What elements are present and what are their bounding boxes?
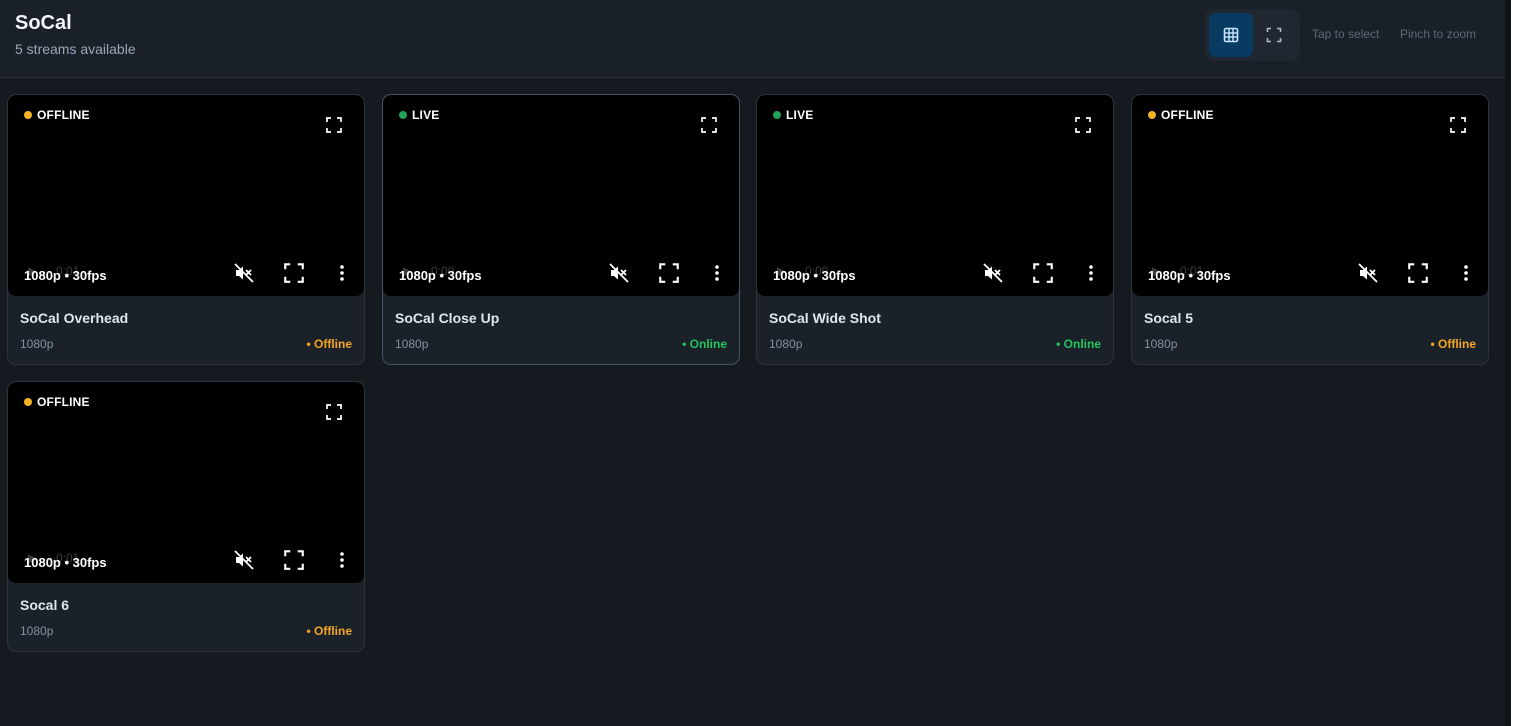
more-vertical-icon[interactable] <box>707 263 727 283</box>
fullscreen-icon[interactable] <box>1075 117 1091 133</box>
status-dot <box>24 398 32 406</box>
status-chip: OFFLINE <box>1148 108 1214 122</box>
status-chip: LIVE <box>399 108 439 122</box>
status-chip-label: LIVE <box>412 108 440 122</box>
resolution-overlay: 1080p • 30fps <box>1148 268 1231 283</box>
status-chip-label: OFFLINE <box>37 395 90 409</box>
fullscreen-icon[interactable] <box>659 263 679 283</box>
stream-card[interactable]: OFFLINE ▶ 0:01 1080p • 30fps Socal 5 108… <box>1131 94 1489 365</box>
stream-status: • Offline <box>306 337 352 351</box>
stream-quality: 1080p <box>20 624 54 638</box>
status-dot <box>1148 111 1156 119</box>
video-player[interactable]: LIVE ▶ 0:00 1080p • 30fps <box>757 95 1113 296</box>
muted-speaker-icon[interactable] <box>234 263 254 283</box>
status-chip: OFFLINE <box>24 108 90 122</box>
stream-name: Socal 6 <box>20 597 70 613</box>
resolution-overlay: 1080p • 30fps <box>399 268 482 283</box>
muted-speaker-icon[interactable] <box>1358 263 1378 283</box>
stream-quality: 1080p <box>769 337 803 351</box>
stream-card[interactable]: OFFLINE ▶ 0:01 1080p • 30fps SoCal Overh… <box>7 94 365 365</box>
fullscreen-icon[interactable] <box>1408 263 1428 283</box>
stream-status: • Offline <box>306 624 352 638</box>
status-chip: LIVE <box>773 108 813 122</box>
stream-name: Socal 5 <box>1144 310 1194 326</box>
status-chip-label: OFFLINE <box>1161 108 1214 122</box>
stream-quality: 1080p <box>395 337 429 351</box>
resolution-overlay: 1080p • 30fps <box>773 268 856 283</box>
status-chip-label: OFFLINE <box>37 108 90 122</box>
stream-status: • Offline <box>1430 337 1476 351</box>
more-vertical-icon[interactable] <box>332 263 352 283</box>
pinch-hint: Pinch to zoom <box>1400 27 1477 41</box>
status-dot <box>24 111 32 119</box>
stream-status: • Online <box>682 337 727 351</box>
video-player[interactable]: OFFLINE ▶ 0:01 1080p • 30fps <box>1132 95 1488 296</box>
view-toggle <box>1205 9 1300 61</box>
tap-hint: Tap to select <box>1312 27 1380 41</box>
stream-count: 5 streams available <box>15 41 136 57</box>
app-root: SoCal 5 streams available Tap to select … <box>0 0 1505 726</box>
resolution-overlay: 1080p • 30fps <box>24 555 107 570</box>
status-chip: OFFLINE <box>24 395 90 409</box>
status-dot <box>773 111 781 119</box>
stream-quality: 1080p <box>20 337 54 351</box>
fullscreen-icon[interactable] <box>326 404 342 420</box>
stream-card[interactable]: LIVE ▶ 0:00 1080p • 30fps SoCal Wide Sho… <box>756 94 1114 365</box>
muted-speaker-icon[interactable] <box>609 263 629 283</box>
fullscreen-icon[interactable] <box>701 117 717 133</box>
stream-name: SoCal Close Up <box>395 310 500 326</box>
resolution-overlay: 1080p • 30fps <box>24 268 107 283</box>
fullscreen-icon[interactable] <box>1033 263 1053 283</box>
video-player[interactable]: OFFLINE ▶ 0:01 1080p • 30fps <box>8 95 364 296</box>
status-chip-label: LIVE <box>786 108 814 122</box>
video-player[interactable]: OFFLINE ▶ 0:01 1080p • 30fps <box>8 382 364 583</box>
stream-card[interactable]: LIVE ▶ 0:00 1080p • 30fps SoCal Close Up… <box>382 94 740 365</box>
muted-speaker-icon[interactable] <box>983 263 1003 283</box>
fullscreen-icon[interactable] <box>284 263 304 283</box>
more-vertical-icon[interactable] <box>1081 263 1101 283</box>
muted-speaker-icon[interactable] <box>234 550 254 570</box>
page-header: SoCal 5 streams available Tap to select … <box>0 0 1505 78</box>
single-view-button[interactable] <box>1252 13 1296 57</box>
stream-card[interactable]: OFFLINE ▶ 0:01 1080p • 30fps Socal 6 108… <box>7 381 365 652</box>
more-vertical-icon[interactable] <box>1456 263 1476 283</box>
expand-icon <box>1266 27 1282 43</box>
fullscreen-icon[interactable] <box>284 550 304 570</box>
fullscreen-icon[interactable] <box>326 117 342 133</box>
stream-status: • Online <box>1056 337 1101 351</box>
page-title: SoCal <box>15 12 72 34</box>
video-player[interactable]: LIVE ▶ 0:00 1080p • 30fps <box>383 95 739 296</box>
fullscreen-icon[interactable] <box>1450 117 1466 133</box>
status-dot <box>399 111 407 119</box>
stream-name: SoCal Wide Shot <box>769 310 881 326</box>
more-vertical-icon[interactable] <box>332 550 352 570</box>
stream-quality: 1080p <box>1144 337 1178 351</box>
stream-name: SoCal Overhead <box>20 310 129 326</box>
grid-view-button[interactable] <box>1209 13 1253 57</box>
grid-icon <box>1223 27 1239 43</box>
window-edge <box>1511 0 1520 726</box>
